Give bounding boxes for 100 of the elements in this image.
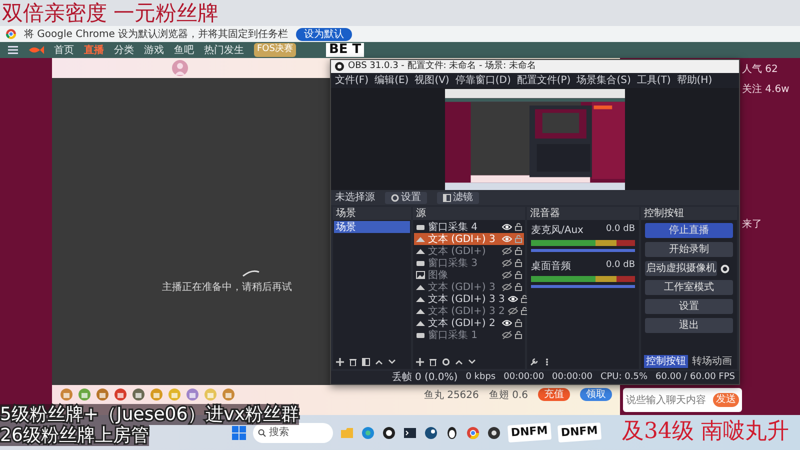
control-button[interactable]: 退出 — [645, 318, 733, 333]
claim-button[interactable]: 领取 — [580, 388, 612, 401]
up-icon[interactable] — [455, 358, 463, 366]
lock-icon[interactable] — [515, 331, 522, 339]
eye-icon[interactable] — [502, 223, 512, 231]
down-icon[interactable] — [388, 358, 396, 366]
source-item[interactable]: 图像 — [414, 269, 524, 281]
source-item[interactable]: 文本 (GDI+) 3 3 — [414, 293, 524, 305]
control-button[interactable]: 停止直播 — [645, 223, 733, 238]
control-button[interactable]: 工作室模式 — [645, 280, 733, 295]
lock-icon[interactable] — [515, 247, 522, 255]
control-button[interactable]: 启动虚拟摄像机 — [645, 261, 717, 276]
channel-name: 桌面音频 — [531, 260, 571, 274]
gift-icon[interactable] — [114, 388, 127, 401]
loading-icon — [242, 268, 260, 278]
lock-icon[interactable] — [515, 259, 522, 267]
gift-icon[interactable] — [96, 388, 109, 401]
filters-button[interactable]: 滤镜 — [437, 192, 479, 204]
gear-icon[interactable] — [720, 264, 730, 274]
menu-item[interactable]: 视图(V) — [414, 74, 450, 87]
menu-item[interactable]: 文件(F) — [335, 74, 369, 87]
control-button[interactable]: 开始录制 — [645, 242, 733, 257]
eye-off-icon[interactable] — [502, 259, 512, 267]
browser-icon[interactable] — [361, 426, 375, 440]
room-stat: 人气 62 — [742, 63, 779, 77]
infobar-message: 将 Google Chrome 设为默认浏览器，并将其固定到任务栏 — [24, 28, 288, 42]
lock-icon[interactable] — [515, 223, 522, 231]
menu-icon[interactable] — [8, 46, 18, 54]
wrench-icon[interactable] — [530, 358, 538, 366]
set-default-button[interactable]: 设为默认 — [296, 28, 352, 40]
nav-link[interactable]: 热门发生 — [204, 42, 244, 58]
gift-icon[interactable] — [186, 388, 199, 401]
source-status: 未选择源 — [335, 190, 375, 205]
gift-icon[interactable] — [132, 388, 145, 401]
recharge-button[interactable]: 充值 — [538, 388, 570, 401]
chat-input[interactable]: 说些输入聊天内容 — [626, 392, 710, 408]
up-icon[interactable] — [375, 358, 383, 366]
overlay-caption: 及34级 南啵丸升 — [622, 418, 789, 446]
chrome-icon[interactable] — [466, 426, 480, 440]
properties-button[interactable]: 设置 — [385, 192, 427, 204]
source-item[interactable]: 文本 (GDI+) 2 — [414, 317, 524, 329]
eye-icon[interactable] — [508, 295, 518, 303]
overlay-caption: 5级粉丝牌+（Juese06）进vx粉丝群 — [0, 404, 299, 425]
nav-link[interactable]: 首页 — [54, 42, 74, 58]
menu-item[interactable]: 场景集合(S) — [576, 74, 631, 87]
lock-icon[interactable] — [520, 295, 528, 303]
menu-item[interactable]: 帮助(H) — [676, 74, 712, 87]
scene-item[interactable]: 场景 — [334, 221, 410, 233]
search-field[interactable]: 搜索 — [253, 422, 333, 442]
window-source-icon — [416, 223, 425, 231]
gear-icon[interactable] — [442, 358, 450, 366]
status-text: 0 kbps — [466, 370, 496, 384]
app-icon[interactable] — [382, 426, 396, 440]
source-item[interactable]: 窗口采集 1 — [414, 329, 524, 341]
menu-item[interactable]: 配置文件(P) — [516, 74, 571, 87]
lock-icon[interactable] — [520, 307, 528, 315]
window-source-icon — [416, 259, 425, 267]
dock-tab[interactable]: 控制按钮 — [644, 355, 688, 368]
channel-reading: 0.0 dB — [606, 223, 635, 236]
dock-tab[interactable]: 转场动画 — [690, 355, 734, 368]
channel-name: 麦克风/Aux — [531, 224, 584, 238]
source-item[interactable]: 文本 (GDI+) 3 2 — [414, 305, 524, 317]
terminal-icon[interactable] — [403, 426, 417, 440]
source-item[interactable]: 窗口采集 4 — [414, 221, 524, 233]
more-icon[interactable] — [543, 358, 551, 366]
down-icon[interactable] — [468, 358, 476, 366]
lock-icon[interactable] — [515, 271, 522, 279]
control-button[interactable]: 设置 — [645, 299, 733, 314]
nav-link[interactable]: 分类 — [114, 42, 134, 58]
eye-off-icon[interactable] — [502, 331, 512, 339]
eye-off-icon[interactable] — [502, 247, 512, 255]
status-text: 00:00:00 — [552, 370, 592, 384]
add-icon[interactable] — [336, 358, 344, 366]
logo-sticker: DNFM — [507, 422, 552, 442]
filter-icon — [443, 194, 451, 202]
trash-icon[interactable] — [429, 358, 437, 366]
eye-off-icon[interactable] — [502, 271, 512, 279]
windows-icon[interactable] — [232, 426, 246, 440]
dock-title: 控制按钮 — [644, 206, 684, 221]
source-item[interactable]: 文本 (GDI+) — [414, 245, 524, 257]
nav-link[interactable]: 游戏 — [144, 42, 164, 58]
volume-slider[interactable] — [531, 285, 635, 288]
source-item[interactable]: 窗口采集 3 — [414, 257, 524, 269]
filter-icon[interactable] — [362, 358, 370, 366]
volume-slider[interactable] — [531, 249, 635, 252]
menu-item[interactable]: 编辑(E) — [374, 74, 409, 87]
lock-icon[interactable] — [515, 319, 522, 327]
channel-reading: 0.0 dB — [606, 259, 635, 272]
menu-item[interactable]: 工具(T) — [636, 74, 671, 87]
lock-icon[interactable] — [515, 283, 522, 291]
menu-item[interactable]: 停靠窗口(D) — [455, 74, 511, 87]
eye-off-icon[interactable] — [502, 283, 512, 291]
player-message: 主播正在准备中，请稍后再试 — [162, 282, 292, 293]
add-icon[interactable] — [416, 358, 424, 366]
nav-link[interactable]: 鱼吧 — [174, 42, 194, 58]
eye-off-icon[interactable] — [508, 307, 518, 315]
gear-icon — [391, 194, 399, 202]
eye-icon[interactable] — [502, 319, 512, 327]
trash-icon[interactable] — [349, 358, 357, 366]
source-item[interactable]: 文本 (GDI+) 3 — [414, 281, 524, 293]
